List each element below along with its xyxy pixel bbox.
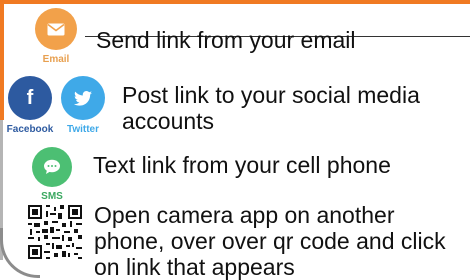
- chat-bubble-icon: [44, 159, 60, 174]
- qr-instruction-line3: on link that appears: [94, 254, 295, 280]
- facebook-label: Facebook: [6, 124, 54, 135]
- sms-label: SMS: [41, 191, 63, 202]
- email-instruction-text: Send link from your email: [96, 27, 356, 53]
- facebook-icon: f: [26, 86, 34, 109]
- top-accent-border: [0, 0, 470, 4]
- social-instruction-line2: accounts: [122, 108, 215, 134]
- sms-icon-circle[interactable]: [32, 147, 72, 187]
- twitter-icon: [74, 90, 92, 106]
- sms-instruction-text: Text link from your cell phone: [93, 152, 391, 178]
- facebook-share-button[interactable]: f Facebook: [2, 76, 58, 135]
- email-icon-circle[interactable]: [35, 8, 77, 50]
- social-instruction-line1: Post link to your social media: [122, 82, 420, 108]
- qr-instruction-line2: phone, over over qr code and click: [94, 228, 446, 254]
- qr-code-icon: [28, 205, 82, 259]
- twitter-share-button[interactable]: Twitter: [58, 76, 108, 135]
- twitter-icon-circle[interactable]: [61, 76, 105, 120]
- email-label: Email: [42, 54, 70, 65]
- sms-share-button[interactable]: SMS: [29, 147, 75, 202]
- facebook-icon-circle[interactable]: f: [8, 76, 52, 120]
- qr-instruction-line1: Open camera app on another: [94, 202, 395, 228]
- email-share-button[interactable]: Email: [33, 8, 79, 65]
- share-panel: Email Send link from your email f Facebo…: [0, 0, 470, 280]
- envelope-icon: [47, 23, 65, 35]
- twitter-label: Twitter: [66, 124, 100, 135]
